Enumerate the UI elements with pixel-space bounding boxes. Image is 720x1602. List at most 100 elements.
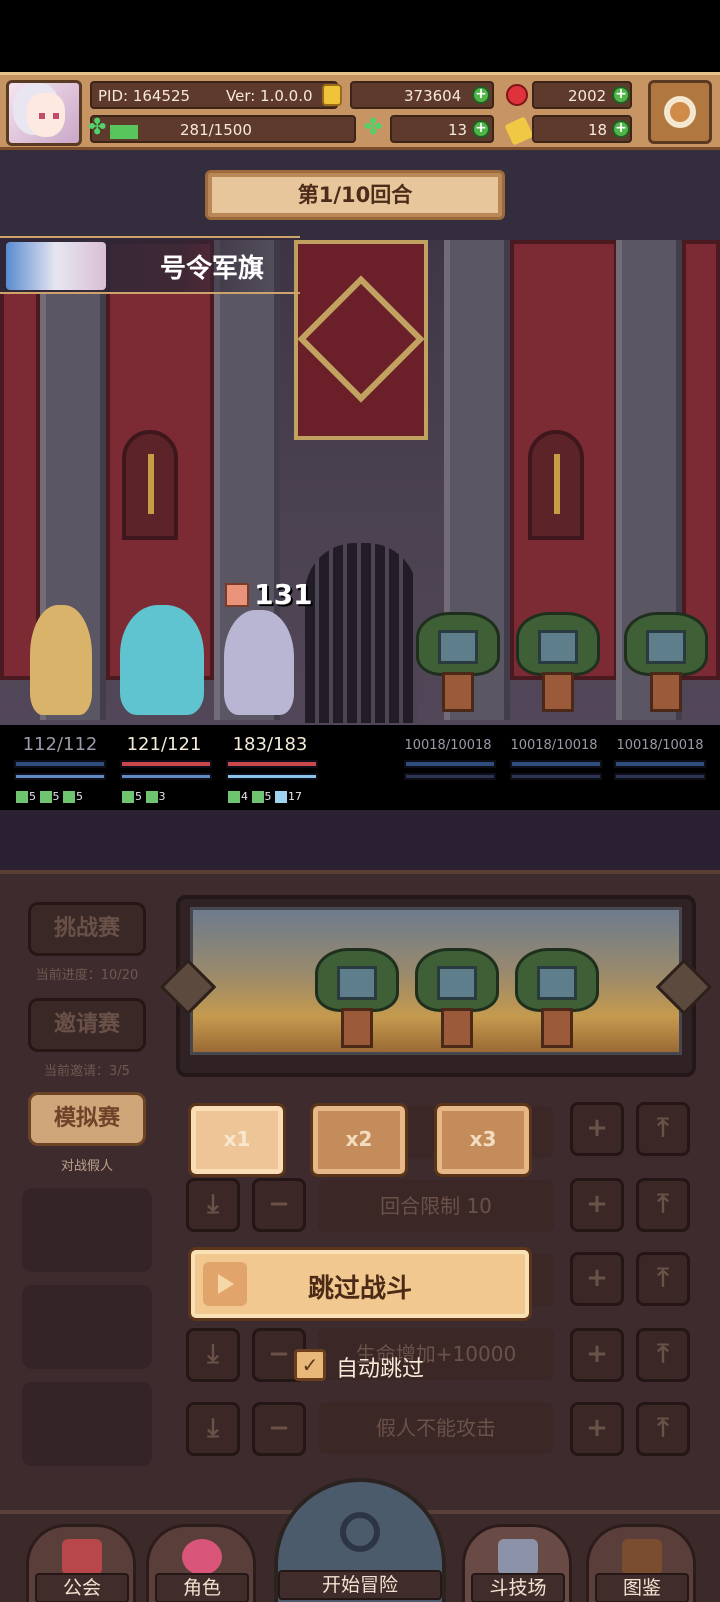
damage-value: 131 bbox=[254, 578, 313, 611]
round-text: 第1/10回合 bbox=[297, 183, 413, 207]
top-status-bar: PID: 164525 Ver: 1.0.0.0 281/1500 ✤ 3736… bbox=[0, 72, 720, 150]
simulation-caption: 对战假人 bbox=[60, 1159, 113, 1174]
settings-button[interactable] bbox=[648, 80, 712, 144]
clover-amount: 13 bbox=[448, 121, 468, 139]
empty-slot bbox=[22, 1285, 152, 1369]
nav-character[interactable]: 角色 bbox=[146, 1524, 256, 1602]
energy-text: 281/1500 bbox=[180, 121, 252, 139]
nav-codex[interactable]: 图鉴 bbox=[586, 1524, 696, 1602]
auto-skip-checkbox[interactable]: ✓ bbox=[294, 1349, 326, 1381]
empty-slot bbox=[22, 1188, 152, 1272]
enemy-treant-2[interactable] bbox=[512, 612, 604, 712]
nav-arena[interactable]: 斗技场 bbox=[462, 1524, 572, 1602]
add-gold-button[interactable]: + bbox=[472, 86, 490, 104]
add-ticket-button[interactable]: + bbox=[612, 120, 630, 138]
row-5-plus-button[interactable]: + bbox=[570, 1402, 624, 1456]
player-avatar[interactable] bbox=[6, 80, 82, 146]
challenge-match-button[interactable]: 挑战赛 bbox=[28, 902, 146, 956]
skill-name: 号令军旗 bbox=[160, 254, 265, 284]
battle-scene: 第1/10回合 号令军旗 131 bbox=[0, 150, 720, 725]
empty-slot bbox=[22, 1382, 152, 1466]
nav-arena-label: 斗技场 bbox=[471, 1573, 565, 1602]
skip-battle-label: 跳过战斗 bbox=[307, 1274, 412, 1304]
crossed-swords-icon bbox=[498, 1539, 538, 1575]
nav-character-label: 角色 bbox=[155, 1573, 249, 1602]
ally-2-mp-bar bbox=[120, 773, 212, 780]
row-3-plus-button[interactable]: + bbox=[570, 1252, 624, 1306]
gem-amount: 2002 bbox=[568, 87, 607, 105]
enemy-2-hp: 10018/10018 bbox=[510, 738, 598, 753]
battle-floor bbox=[0, 810, 720, 870]
row-1-plus-button[interactable]: + bbox=[570, 1102, 624, 1156]
gem-icon bbox=[506, 84, 528, 106]
guild-house-icon bbox=[62, 1539, 102, 1575]
enemy-treant-3[interactable] bbox=[620, 612, 712, 712]
energy-clover-icon: ✤ bbox=[88, 115, 107, 140]
speed-x3-button[interactable]: x3 bbox=[434, 1103, 532, 1177]
ally-1-mp-bar bbox=[14, 773, 106, 780]
ticket-amount: 18 bbox=[588, 121, 608, 139]
row-2-minus-button[interactable]: − bbox=[252, 1178, 306, 1232]
ally-1-buffs: 5 5 5 bbox=[16, 790, 83, 803]
round-limit-field: 回合限制 10 bbox=[318, 1180, 554, 1232]
ally-character-1[interactable] bbox=[30, 605, 92, 715]
ally-2-hp-bar bbox=[120, 760, 212, 768]
ally-3-mp-bar bbox=[226, 773, 318, 780]
nav-guild-label: 公会 bbox=[35, 1573, 129, 1602]
fist-icon bbox=[225, 582, 249, 607]
skill-announcement: 号令军旗 bbox=[0, 236, 300, 294]
damage-popup: 131 bbox=[225, 578, 313, 611]
row-3-top-button[interactable]: ⤒ bbox=[636, 1252, 690, 1306]
nav-start-adventure-label: 开始冒险 bbox=[278, 1570, 442, 1600]
nav-codex-label: 图鉴 bbox=[595, 1573, 689, 1602]
enemy-1-hp-bar bbox=[404, 760, 496, 768]
gold-coin-icon bbox=[322, 84, 342, 106]
ally-character-3[interactable] bbox=[224, 610, 294, 715]
row-5-top-button[interactable]: ⤒ bbox=[636, 1402, 690, 1456]
energy-bar-fill bbox=[110, 125, 138, 139]
row-1-top-button[interactable]: ⤒ bbox=[636, 1102, 690, 1156]
bottom-navigation: 公会 角色 开始冒险 斗技场 图鉴 bbox=[0, 1478, 720, 1602]
ally-3-buffs: 4 5 17 bbox=[228, 790, 302, 803]
castle-banner bbox=[294, 240, 428, 440]
invitation-match-button[interactable]: 邀请赛 bbox=[28, 998, 146, 1052]
simulation-match-button[interactable]: 模拟赛 bbox=[28, 1092, 146, 1146]
row-5-bottom-button[interactable]: ⤓ bbox=[186, 1402, 240, 1456]
nav-guild[interactable]: 公会 bbox=[26, 1524, 136, 1602]
enemy-treant-1[interactable] bbox=[412, 612, 504, 712]
enemy-1-mp-bar bbox=[404, 773, 496, 780]
ally-character-2[interactable] bbox=[120, 605, 204, 715]
add-clover-button[interactable]: + bbox=[472, 120, 490, 138]
ticket-icon bbox=[504, 116, 534, 146]
speed-x1-button[interactable]: x1 bbox=[188, 1103, 286, 1177]
enemy-1-hp: 10018/10018 bbox=[404, 738, 492, 753]
invitation-count: 当前邀请：3/5 bbox=[44, 1064, 130, 1079]
row-4-top-button[interactable]: ⤒ bbox=[636, 1328, 690, 1382]
ally-3-hp: 183/183 bbox=[232, 734, 308, 755]
wall-niche bbox=[122, 430, 178, 540]
magnifier-icon bbox=[340, 1512, 380, 1552]
row-4-plus-button[interactable]: + bbox=[570, 1328, 624, 1382]
enemy-3-hp: 10018/10018 bbox=[616, 738, 704, 753]
speed-x2-button[interactable]: x2 bbox=[310, 1103, 408, 1177]
ally-3-hp-bar bbox=[226, 760, 318, 768]
row-4-bottom-button[interactable]: ⤓ bbox=[186, 1328, 240, 1382]
opponent-preview-frame bbox=[159, 895, 713, 1077]
ally-1-hp-bar bbox=[14, 760, 106, 768]
row-2-top-button[interactable]: ⤒ bbox=[636, 1178, 690, 1232]
row-2-plus-button[interactable]: + bbox=[570, 1178, 624, 1232]
pid-text: PID: 164525 bbox=[98, 87, 191, 105]
round-indicator: 第1/10回合 bbox=[205, 170, 505, 220]
skill-caster-portrait bbox=[6, 242, 106, 290]
skip-battle-button[interactable]: 跳过战斗 bbox=[188, 1247, 532, 1321]
version-text: Ver: 1.0.0.0 bbox=[226, 87, 313, 105]
dummy-no-attack-field: 假人不能攻击 bbox=[318, 1402, 554, 1454]
clover-icon: ✤ bbox=[364, 115, 383, 140]
enemy-3-hp-bar bbox=[614, 760, 706, 768]
row-2-bottom-button[interactable]: ⤓ bbox=[186, 1178, 240, 1232]
enemy-2-mp-bar bbox=[510, 773, 602, 780]
add-gem-button[interactable]: + bbox=[612, 86, 630, 104]
row-5-minus-button[interactable]: − bbox=[252, 1402, 306, 1456]
ally-2-hp: 121/121 bbox=[126, 734, 202, 755]
gear-icon bbox=[664, 96, 696, 128]
